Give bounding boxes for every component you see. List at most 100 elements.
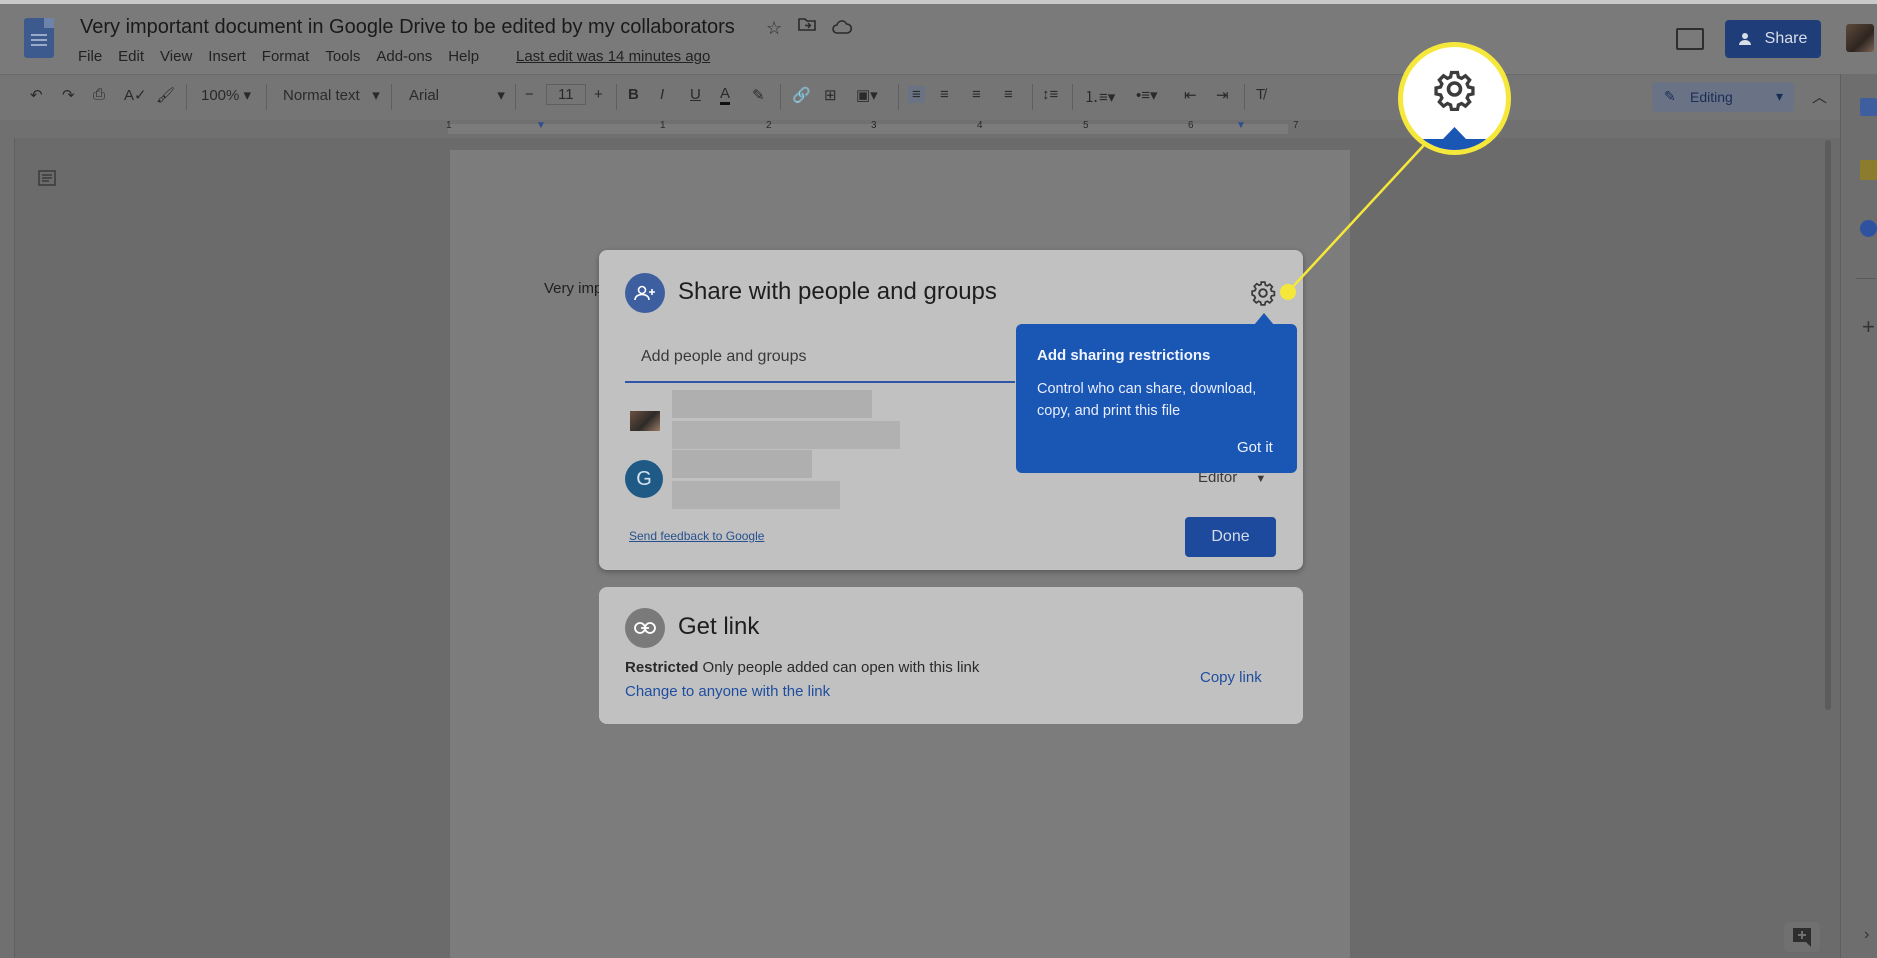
done-button[interactable]: Done [1185,517,1276,557]
style-select[interactable]: Normal text ▾ [283,86,380,104]
tooltip-body: Control who can share, download, copy, a… [1037,381,1257,419]
line-spacing-icon[interactable]: ↕≡ [1042,86,1058,103]
restricted-label: Restricted [625,659,699,676]
vertical-ruler [0,138,15,958]
document-outline-icon[interactable] [38,170,56,186]
add-people-input[interactable] [625,333,1015,383]
pencil-icon: ✎ [1664,88,1676,104]
toolbar-divider [515,84,516,110]
send-feedback-link[interactable]: Send feedback to Google [629,529,764,543]
italic-icon[interactable]: I [660,86,664,103]
document-title[interactable]: Very important document in Google Drive … [80,16,735,39]
right-indent-marker[interactable]: ▼ [1236,120,1246,131]
toolbar-divider [391,84,392,110]
cloud-status-icon[interactable] [832,18,853,39]
insert-comment-icon[interactable]: ⊞ [824,86,837,104]
menu-insert[interactable]: Insert [208,48,246,65]
zoom-select[interactable]: 100% ▾ [201,86,251,104]
scrollbar[interactable] [1825,140,1831,710]
share-button[interactable]: Share [1725,20,1821,58]
toolbar-divider [1072,84,1073,110]
font-size-input[interactable]: 11 [546,84,586,105]
decrease-indent-icon[interactable]: ⇤ [1184,86,1197,104]
editing-mode-select[interactable]: ✎ Editing ▾ [1652,82,1794,112]
toolbar-divider [266,84,267,110]
decrease-font-size-icon[interactable]: − [525,86,534,103]
collaborator-avatar [630,411,660,431]
magnified-gear-callout [1398,42,1511,155]
calendar-icon[interactable] [1860,98,1877,116]
menu-format[interactable]: Format [262,48,310,65]
add-people-field[interactable] [625,333,1015,381]
get-link-card[interactable] [599,587,1303,724]
get-add-ons-icon[interactable]: + [1862,314,1875,340]
insert-image-icon[interactable]: ▣▾ [856,86,878,104]
underline-icon[interactable]: U [690,86,701,103]
menu-view[interactable]: View [160,48,192,65]
insert-link-icon[interactable]: 🔗 [792,86,811,104]
tasks-icon[interactable] [1860,220,1877,237]
redacted-email [672,421,900,449]
ruler-label: 4 [977,120,983,131]
left-indent-marker[interactable]: ▼ [536,120,546,131]
increase-indent-icon[interactable]: ⇥ [1216,86,1229,104]
change-link-access-link[interactable]: Change to anyone with the link [625,683,830,700]
menu-file[interactable]: File [78,48,102,65]
link-icon [625,608,665,648]
paint-format-icon[interactable]: 🖌 [156,86,175,104]
side-panel-toggle-icon[interactable]: › [1864,926,1869,944]
redo-icon[interactable]: ↷ [62,86,75,104]
side-panel-divider [1856,278,1876,279]
comment-history-icon[interactable] [1676,28,1704,50]
menu-help[interactable]: Help [448,48,479,65]
tooltip-title: Add sharing restrictions [1037,347,1211,364]
window-top-border [0,0,1877,4]
account-avatar[interactable] [1846,24,1874,52]
undo-icon[interactable]: ↶ [30,86,43,104]
clear-formatting-icon[interactable]: T̸ [1256,86,1265,103]
copy-link-button[interactable]: Copy link [1200,669,1262,686]
numbered-list-icon[interactable]: ⒈≡▾ [1084,86,1115,107]
add-comment-icon[interactable] [1784,922,1820,952]
font-value: Arial [409,87,440,104]
highlight-color-icon[interactable]: ✎ [752,86,765,104]
increase-font-size-icon[interactable]: + [594,86,603,103]
font-select[interactable]: Arial ▾ [409,86,505,104]
link-access-status: Restricted Only people added can open wi… [625,659,979,676]
sharing-settings-gear-icon[interactable] [1250,280,1276,306]
bulleted-list-icon[interactable]: •≡▾ [1136,86,1158,104]
ruler-label: 6 [1188,120,1194,131]
star-icon[interactable]: ☆ [766,18,782,39]
redacted-name [672,450,812,478]
share-dialog-title: Share with people and groups [678,278,997,305]
collaborator-avatar: G [625,460,663,498]
got-it-button[interactable]: Got it [1237,439,1273,456]
ruler-label: 3 [871,120,877,131]
document-body-text[interactable]: Very imp [544,280,602,297]
chevron-down-icon: ▼ [1255,473,1267,485]
menu-tools[interactable]: Tools [325,48,360,65]
bold-icon[interactable]: B [628,86,639,103]
share-button-label: Share [1764,30,1808,47]
align-left-icon[interactable]: ≡ [908,86,925,103]
zoom-value: 100% [201,87,240,104]
collapse-toolbar-icon[interactable]: ︿ [1812,86,1827,107]
redacted-email [672,481,840,509]
text-color-icon[interactable]: A [720,86,731,105]
align-right-icon[interactable]: ≡ [972,86,981,103]
move-folder-icon[interactable] [798,16,816,37]
last-edit-link[interactable]: Last edit was 14 minutes ago [516,48,710,65]
menu-add-ons[interactable]: Add-ons [376,48,432,65]
docs-logo-icon[interactable] [24,18,54,58]
print-icon[interactable]: ⎙ [93,86,105,103]
menu-edit[interactable]: Edit [118,48,144,65]
ruler-label: 1 [660,120,666,131]
editing-mode-label: Editing [1690,89,1733,105]
keep-icon[interactable] [1860,160,1877,180]
justify-icon[interactable]: ≡ [1004,86,1013,103]
spellcheck-icon[interactable]: A✓ [124,86,147,104]
align-center-icon[interactable]: ≡ [940,86,949,103]
toolbar-divider [1032,84,1033,110]
side-panel [1840,74,1877,958]
ruler-label: 7 [1293,120,1299,131]
